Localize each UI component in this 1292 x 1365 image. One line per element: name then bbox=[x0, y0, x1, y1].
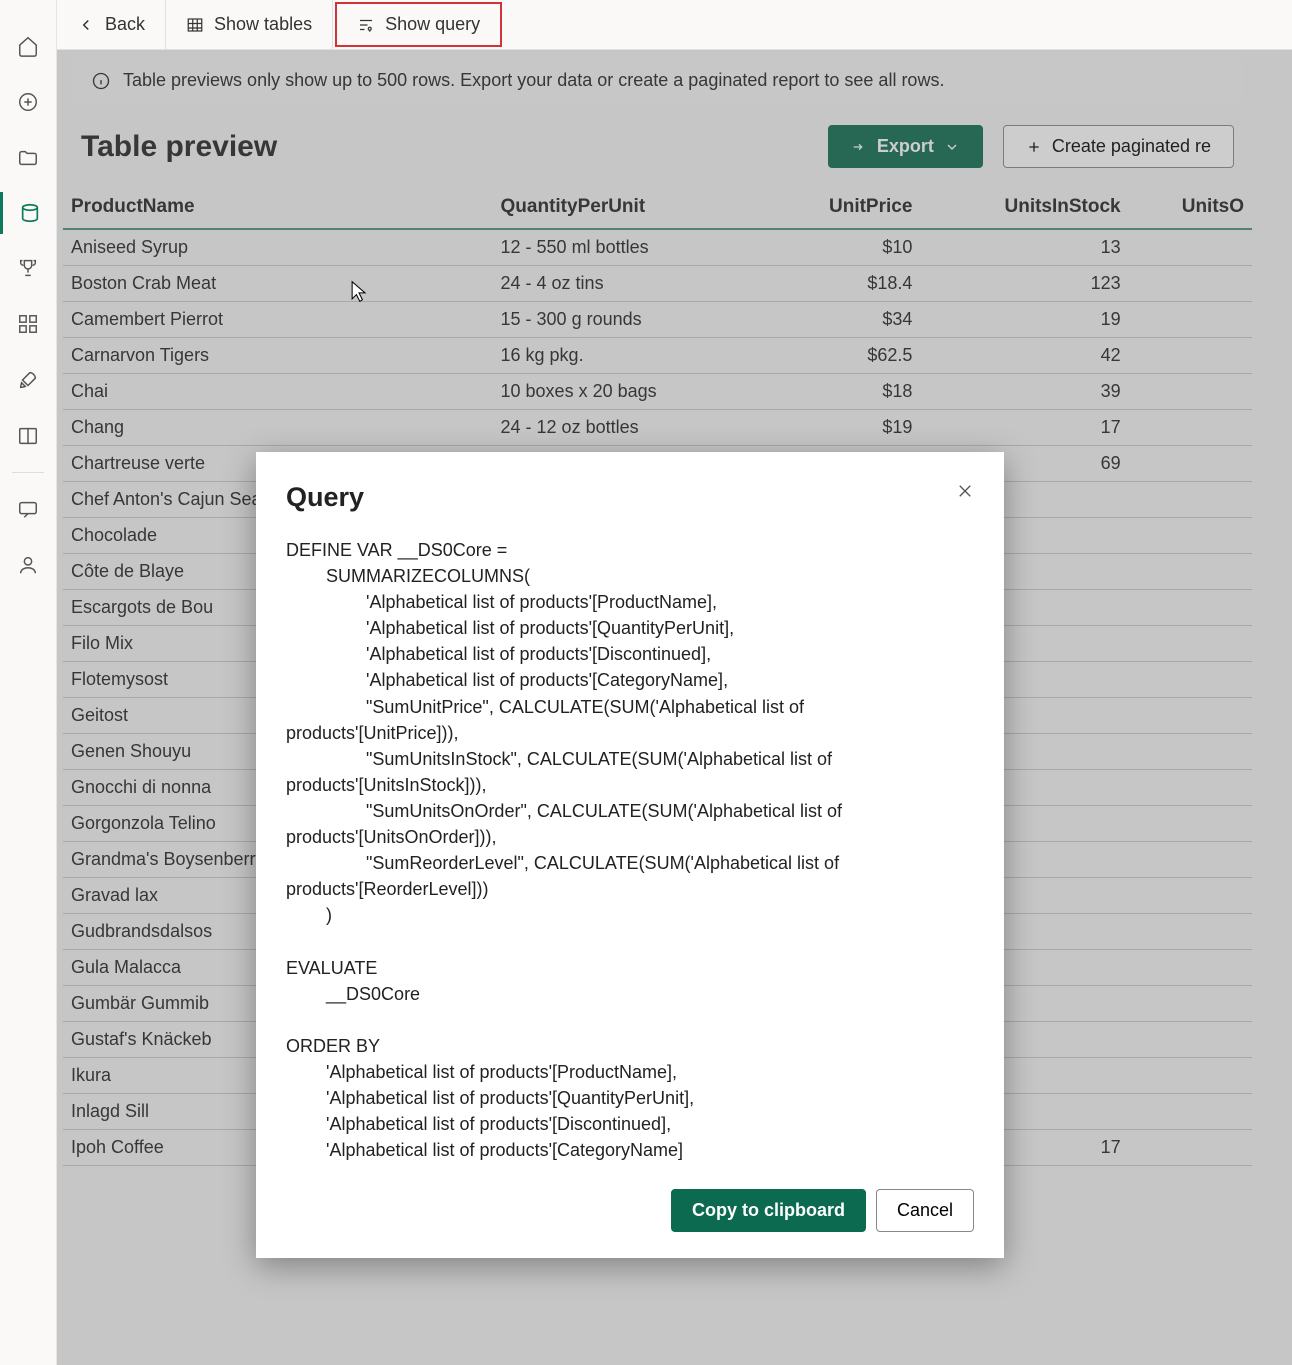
show-tables-label: Show tables bbox=[214, 14, 312, 35]
show-tables-button[interactable]: Show tables bbox=[166, 0, 333, 49]
show-query-label: Show query bbox=[385, 14, 480, 35]
toolbar: Back Show tables Show query bbox=[57, 0, 1292, 50]
back-label: Back bbox=[105, 14, 145, 35]
chat-icon[interactable] bbox=[14, 495, 42, 523]
cancel-label: Cancel bbox=[897, 1200, 953, 1221]
show-query-button[interactable]: Show query bbox=[335, 2, 502, 47]
table-icon bbox=[186, 16, 204, 34]
sidebar-divider bbox=[12, 472, 44, 473]
cancel-button[interactable]: Cancel bbox=[876, 1189, 974, 1232]
folder-icon[interactable] bbox=[14, 144, 42, 172]
copy-label: Copy to clipboard bbox=[692, 1200, 845, 1221]
query-dialog: Query DEFINE VAR __DS0Core = SUMMARIZECO… bbox=[256, 452, 1004, 1258]
query-icon bbox=[357, 16, 375, 34]
database-icon[interactable] bbox=[0, 192, 56, 234]
add-icon[interactable] bbox=[14, 88, 42, 116]
panel-icon[interactable] bbox=[14, 422, 42, 450]
back-button[interactable]: Back bbox=[57, 0, 166, 49]
copy-button[interactable]: Copy to clipboard bbox=[671, 1189, 866, 1232]
dialog-title: Query bbox=[286, 482, 364, 513]
apps-icon[interactable] bbox=[14, 310, 42, 338]
query-text[interactable]: DEFINE VAR __DS0Core = SUMMARIZECOLUMNS(… bbox=[286, 537, 974, 1163]
chevron-left-icon bbox=[77, 16, 95, 34]
close-icon bbox=[956, 482, 974, 500]
home-icon[interactable] bbox=[14, 32, 42, 60]
user-icon[interactable] bbox=[14, 551, 42, 579]
trophy-icon[interactable] bbox=[14, 254, 42, 282]
sidebar bbox=[0, 0, 57, 1365]
close-button[interactable] bbox=[956, 482, 974, 505]
rocket-icon[interactable] bbox=[14, 366, 42, 394]
